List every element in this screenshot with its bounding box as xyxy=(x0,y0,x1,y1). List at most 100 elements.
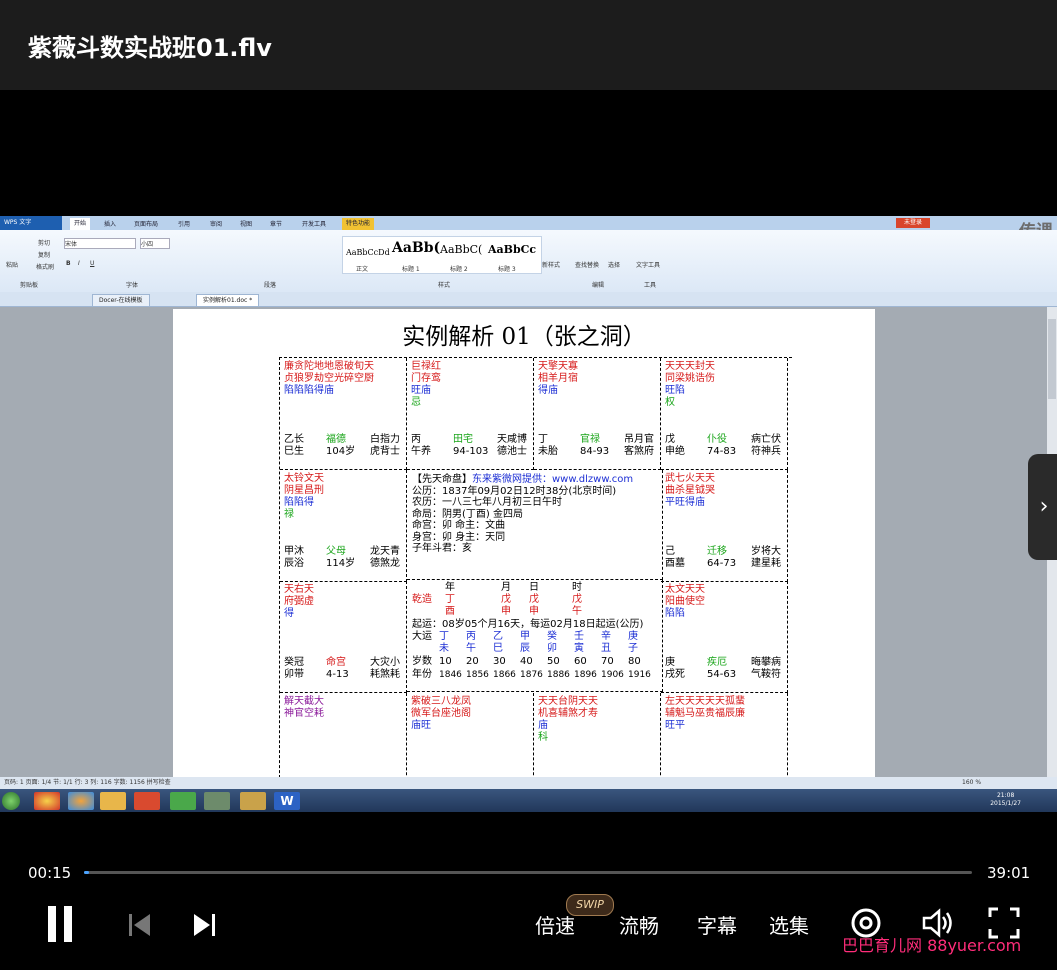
subtitle-button[interactable]: 字幕 xyxy=(697,910,737,939)
paste-button[interactable]: 粘贴 xyxy=(6,260,18,269)
quality-button[interactable]: 流畅 xyxy=(619,910,659,939)
style-h2-name: 标题 2 xyxy=(450,266,468,273)
palace-info: 耗煞耗 xyxy=(370,669,400,680)
italic-button[interactable]: I xyxy=(78,260,80,267)
palace-cell: 太铃文天 阴星昌刑 陷陷得禄甲沐 父母 龙天青 辰浴 114岁 德煞龙 xyxy=(280,469,407,582)
format-painter-button[interactable]: 格式刷 xyxy=(36,262,54,271)
new-style-button[interactable]: 新样式 xyxy=(542,260,560,269)
video-title: 紫薇斗数实战班01.flv xyxy=(28,34,272,62)
app-icon[interactable] xyxy=(100,792,126,810)
cut-button[interactable]: 剪切 xyxy=(38,238,50,247)
style-h3-sample[interactable]: AaBbCc xyxy=(488,243,536,256)
video-frame[interactable]: WPS 文字 开始 插入 页面布局 引用 审阅 视图 章节 开发工具 特色功能 … xyxy=(0,216,1057,812)
tab-view[interactable]: 视图 xyxy=(240,219,252,228)
star-line: 太铃文天 xyxy=(284,472,324,484)
episodes-button[interactable]: 选集 xyxy=(769,910,809,939)
star-line: 府弼虚 xyxy=(284,596,314,607)
dayun-year: 1876 xyxy=(520,670,543,680)
tab-layout[interactable]: 页面布局 xyxy=(134,219,158,228)
find-replace-button[interactable]: 查找替换 xyxy=(575,260,599,269)
app-icon[interactable] xyxy=(170,792,196,810)
font-size-select[interactable]: 小四 xyxy=(140,238,170,249)
bold-button[interactable]: B xyxy=(66,260,71,267)
star-line: 同梁姚诰伤 xyxy=(665,373,715,384)
star-line: 贞狼罗劫空光碎空厨 xyxy=(284,373,374,384)
next-arrow-icon[interactable]: › xyxy=(1028,454,1057,560)
copy-button[interactable]: 复制 xyxy=(38,250,50,259)
next-icon[interactable] xyxy=(192,912,216,942)
palace-info: 大灾小 xyxy=(370,657,400,668)
dayun-branch: 寅 xyxy=(574,643,584,654)
dayun-branch: 子 xyxy=(628,643,638,654)
dayun-year: 1866 xyxy=(493,670,516,680)
star-line: 廉贪陀地地恩破旬天 xyxy=(284,361,374,372)
palace-info: 午养 xyxy=(411,446,431,457)
star-line: 天天天封天 xyxy=(665,361,715,372)
font-select[interactable]: 宋体 xyxy=(64,238,136,249)
pinwheel-icon[interactable] xyxy=(68,792,94,810)
wps-app-menu[interactable]: WPS 文字 xyxy=(0,216,62,230)
start-button-icon[interactable] xyxy=(2,792,20,810)
current-time: 00:15 xyxy=(28,864,72,882)
doc-tab-docer[interactable]: Docer-在线模板 xyxy=(92,294,150,307)
palace-info: 84-93 xyxy=(580,446,610,457)
tab-home[interactable]: 开始 xyxy=(70,218,91,230)
login-button[interactable]: 未登录 xyxy=(896,218,930,228)
document-page[interactable]: 实例解析 01（张之洞） 【先天命盘】东来紫微网提供：www.dlzww.com… xyxy=(173,309,875,805)
style-normal-sample[interactable]: AaBbCcDd xyxy=(346,248,390,257)
palace-info: 病亡伏 xyxy=(751,434,781,445)
star-line: 左天天天天天孤蜚 xyxy=(665,695,745,707)
palace-info: 岁将大 xyxy=(751,545,781,557)
pillar-stem: 戊 xyxy=(501,594,511,605)
select-button[interactable]: 选择 xyxy=(608,260,620,269)
palace-cell: 天天天封天 同梁姚诰伤 旺陷权戊 仆役 病亡伏 申绝 74-83 符神兵 xyxy=(661,358,788,470)
chrome-icon[interactable] xyxy=(34,792,60,810)
dayun-age: 70 xyxy=(601,656,614,667)
star-line: 阳曲使空 xyxy=(665,596,705,607)
app-icon[interactable] xyxy=(204,792,230,810)
star-line: 权 xyxy=(665,397,675,408)
palace-info: 114岁 xyxy=(326,557,356,569)
palace-info: 54-63 xyxy=(707,669,737,680)
star-line: 微军台座池阁 xyxy=(411,707,471,719)
center-provider: 东来紫微网提供：www.dlzww.com xyxy=(472,474,634,485)
palace-info: 德池士 xyxy=(497,446,527,457)
wps-writer-icon[interactable]: W xyxy=(274,792,300,810)
star-line: 太文天天 xyxy=(665,584,705,595)
tab-special[interactable]: 特色功能 xyxy=(342,218,375,230)
speed-button[interactable]: 倍速 xyxy=(535,910,575,939)
palace-info: 建星耗 xyxy=(751,557,781,569)
total-time: 39:01 xyxy=(987,864,1031,882)
star-line: 忌 xyxy=(411,397,421,408)
style-h2-sample[interactable]: AaBbC( xyxy=(440,243,482,256)
document-area[interactable]: 实例解析 01（张之洞） 【先天命盘】东来紫微网提供：www.dlzww.com… xyxy=(0,307,1057,805)
progress-bar[interactable] xyxy=(84,871,972,874)
tab-review[interactable]: 审阅 xyxy=(210,219,222,228)
tab-insert[interactable]: 插入 xyxy=(104,219,116,228)
style-h1-sample[interactable]: AaBb( xyxy=(392,240,440,256)
ribbon: 粘贴 剪切 复制 格式刷 宋体 小四 B I U 剪贴板 字体 段落 AaBbC… xyxy=(0,230,1057,293)
tab-reference[interactable]: 引用 xyxy=(178,219,190,228)
star-line: 旺平 xyxy=(665,719,685,731)
palace-info: 卯带 xyxy=(284,669,304,680)
center-line: 公历：1837年09月02日12时38分(北京时间) xyxy=(412,485,617,497)
tab-devtools[interactable]: 开发工具 xyxy=(302,219,326,228)
tab-chapter[interactable]: 章节 xyxy=(270,219,282,228)
palace-info: 白指力 xyxy=(370,434,400,445)
app-icon[interactable] xyxy=(134,792,160,810)
palace-cell: 武七火天天 曲杀星钺哭 平旺得庙己 迁移 岁将大 酉墓 64-73 建星耗 xyxy=(661,469,788,582)
pillar-branch: 申 xyxy=(529,606,539,617)
edit-group-label: 编辑 xyxy=(592,282,605,289)
doc-tab-current[interactable]: 实例解析01.doc * xyxy=(196,294,260,307)
previous-icon[interactable] xyxy=(128,912,152,942)
dayun-stem: 丙 xyxy=(466,631,476,642)
star-line: 机喜辅煞才寿 xyxy=(538,707,598,719)
system-clock[interactable]: 21:08 2015/1/27 xyxy=(990,792,1021,808)
palace-info: 晦攀病 xyxy=(751,657,781,668)
zoom-level[interactable]: 160 % xyxy=(962,777,981,789)
underline-button[interactable]: U xyxy=(90,260,94,267)
app-icon[interactable] xyxy=(240,792,266,810)
pause-icon[interactable] xyxy=(46,906,74,942)
scroll-thumb[interactable] xyxy=(1048,319,1056,399)
text-tool-button[interactable]: 文字工具 xyxy=(636,260,660,269)
